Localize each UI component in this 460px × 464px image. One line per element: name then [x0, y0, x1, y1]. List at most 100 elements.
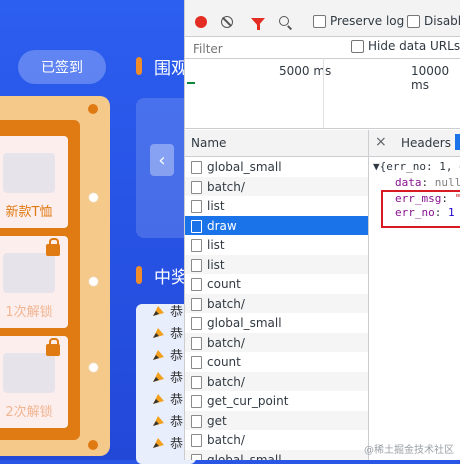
- request-name: global_small: [207, 452, 282, 461]
- detail-tabs: × Headers: [369, 130, 460, 157]
- filter-bar: Hide data URLs: [185, 38, 460, 59]
- section-title-winners: 中奖: [154, 268, 188, 288]
- request-row[interactable]: batch/: [185, 371, 368, 391]
- prize-label: 新款T恤: [5, 205, 53, 220]
- request-row[interactable]: batch/: [185, 293, 368, 313]
- prize-label: 2次解锁: [5, 405, 53, 420]
- request-row[interactable]: draw: [185, 215, 368, 235]
- request-row[interactable]: count: [185, 274, 368, 294]
- winner-text: 恭: [170, 437, 184, 452]
- file-icon: [191, 258, 202, 272]
- file-icon: [191, 336, 202, 350]
- file-icon: [191, 200, 202, 213]
- request-row[interactable]: global_small: [185, 157, 368, 177]
- request-row[interactable]: count: [185, 352, 368, 372]
- winner-text: 恭: [170, 371, 184, 386]
- party-icon: [152, 412, 166, 426]
- winner-text: 恭: [170, 327, 184, 342]
- file-icon: [191, 297, 202, 311]
- file-icon: [191, 161, 202, 174]
- prize-image: [3, 353, 55, 393]
- tshirt-image: [3, 153, 55, 193]
- request-row[interactable]: batch/: [185, 430, 368, 450]
- party-icon: [152, 324, 166, 338]
- network-toolbar: Preserve log Disable: [185, 8, 460, 37]
- winner-text: 恭: [170, 349, 184, 364]
- prize-card-locked-2[interactable]: 2次解锁: [0, 336, 68, 428]
- timeline-bar: [187, 82, 195, 84]
- tab-headers[interactable]: Headers: [401, 136, 451, 150]
- file-icon: [191, 180, 202, 194]
- request-name: batch/: [207, 296, 245, 311]
- close-icon[interactable]: ×: [375, 134, 387, 150]
- board-dot: [88, 104, 98, 114]
- party-icon: [152, 302, 166, 316]
- preserve-log-label: Preserve log: [330, 14, 405, 28]
- board-dot: [88, 276, 99, 287]
- prev-arrow-button[interactable]: ‹: [150, 144, 174, 176]
- watermark: @稀土掘金技术社区: [364, 445, 454, 456]
- clear-icon[interactable]: [221, 16, 233, 28]
- name-header-label: Name: [191, 136, 227, 150]
- winner-text: 恭: [170, 305, 184, 320]
- request-row[interactable]: get_cur_point: [185, 391, 368, 411]
- filter-input[interactable]: [191, 40, 345, 57]
- section-marker: [136, 266, 142, 284]
- tab-preview[interactable]: [455, 134, 460, 150]
- hide-data-urls-checkbox[interactable]: [351, 40, 364, 53]
- board-dot: [88, 362, 99, 373]
- prize-card-locked-1[interactable]: 1次解锁: [0, 236, 68, 328]
- board-dot: [88, 192, 99, 203]
- devtools-panel: Preserve log Disable Hide data URLs 5000…: [184, 0, 460, 460]
- request-name: get: [207, 413, 227, 428]
- json-root[interactable]: ▼{err_no: 1, d: [373, 160, 460, 173]
- lock-icon: [46, 238, 60, 256]
- file-icon: [191, 278, 202, 291]
- request-list: global_small batch/list draw list list count b…: [185, 157, 369, 460]
- request-row[interactable]: list: [185, 196, 368, 216]
- file-icon: [191, 395, 202, 408]
- name-column-header[interactable]: Name: [185, 130, 369, 157]
- file-icon: [191, 317, 202, 330]
- request-row[interactable]: global_small: [185, 449, 368, 461]
- request-name: global_small: [207, 160, 282, 174]
- highlight-box: [381, 190, 460, 228]
- request-name: list: [207, 257, 225, 272]
- search-icon[interactable]: [279, 16, 289, 26]
- filter-icon[interactable]: [251, 18, 265, 30]
- winner-text: 恭: [170, 393, 184, 408]
- section-title-surround: 围观: [154, 59, 188, 79]
- request-row[interactable]: list: [185, 235, 368, 255]
- file-icon: [191, 414, 202, 428]
- hide-data-urls-label: Hide data URLs: [368, 39, 460, 53]
- party-icon: [152, 346, 166, 360]
- request-row[interactable]: batch/: [185, 176, 368, 196]
- lock-icon: [46, 338, 60, 356]
- request-name: draw: [207, 218, 237, 233]
- prize-label: 1次解锁: [5, 305, 53, 320]
- preserve-log-checkbox[interactable]: [313, 15, 326, 28]
- disable-cache-checkbox[interactable]: [407, 15, 420, 28]
- request-name: global_small: [207, 316, 282, 330]
- section-marker: [136, 57, 142, 75]
- network-timeline[interactable]: 5000 ms 10000 ms: [185, 58, 460, 129]
- request-row[interactable]: get: [185, 410, 368, 430]
- signed-in-button[interactable]: 已签到: [18, 50, 106, 84]
- file-icon: [191, 219, 202, 233]
- request-row[interactable]: batch/: [185, 332, 368, 352]
- request-name: list: [207, 199, 225, 213]
- record-icon[interactable]: [195, 16, 207, 28]
- timeline-gridline: [323, 58, 324, 128]
- json-line: data: null: [395, 176, 460, 189]
- request-row[interactable]: list: [185, 254, 368, 274]
- request-name: batch/: [207, 179, 245, 194]
- prize-image: [3, 253, 55, 293]
- disable-cache-label: Disable: [424, 14, 460, 28]
- prize-card-tshirt[interactable]: 新款T恤: [0, 136, 68, 228]
- request-name: list: [207, 238, 225, 252]
- request-name: count: [207, 355, 241, 369]
- request-row[interactable]: global_small: [185, 313, 368, 333]
- request-name: count: [207, 277, 241, 291]
- request-name: batch/: [207, 433, 245, 447]
- request-name: batch/: [207, 374, 245, 389]
